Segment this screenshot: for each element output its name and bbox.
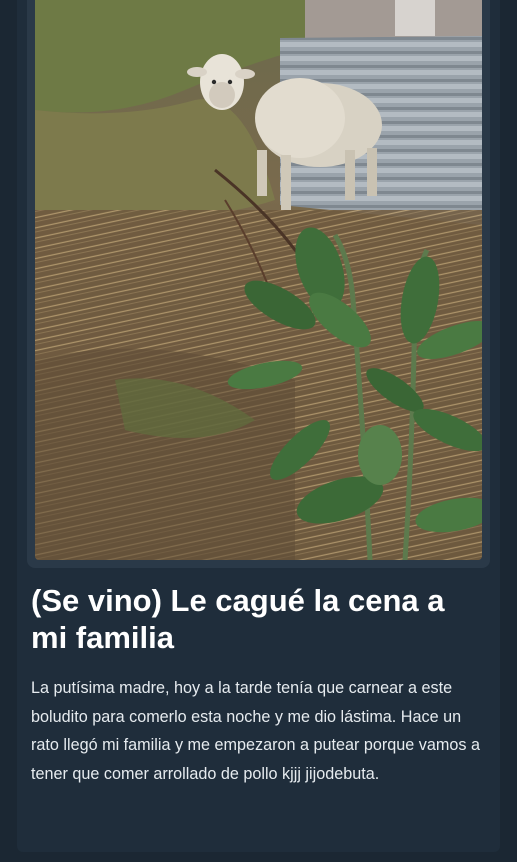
sheep-photo — [35, 0, 482, 560]
post-body: La putísima madre, hoy a la tarde tenía … — [31, 679, 480, 783]
post-title[interactable]: (Se vino) Le cagué la cena a mi familia — [31, 582, 487, 656]
post-card[interactable]: (Se vino) Le cagué la cena a mi familia … — [17, 0, 500, 852]
house-window — [395, 0, 435, 36]
house-wall — [305, 0, 482, 40]
post-image-frame — [27, 0, 490, 568]
post-image[interactable] — [35, 0, 482, 560]
